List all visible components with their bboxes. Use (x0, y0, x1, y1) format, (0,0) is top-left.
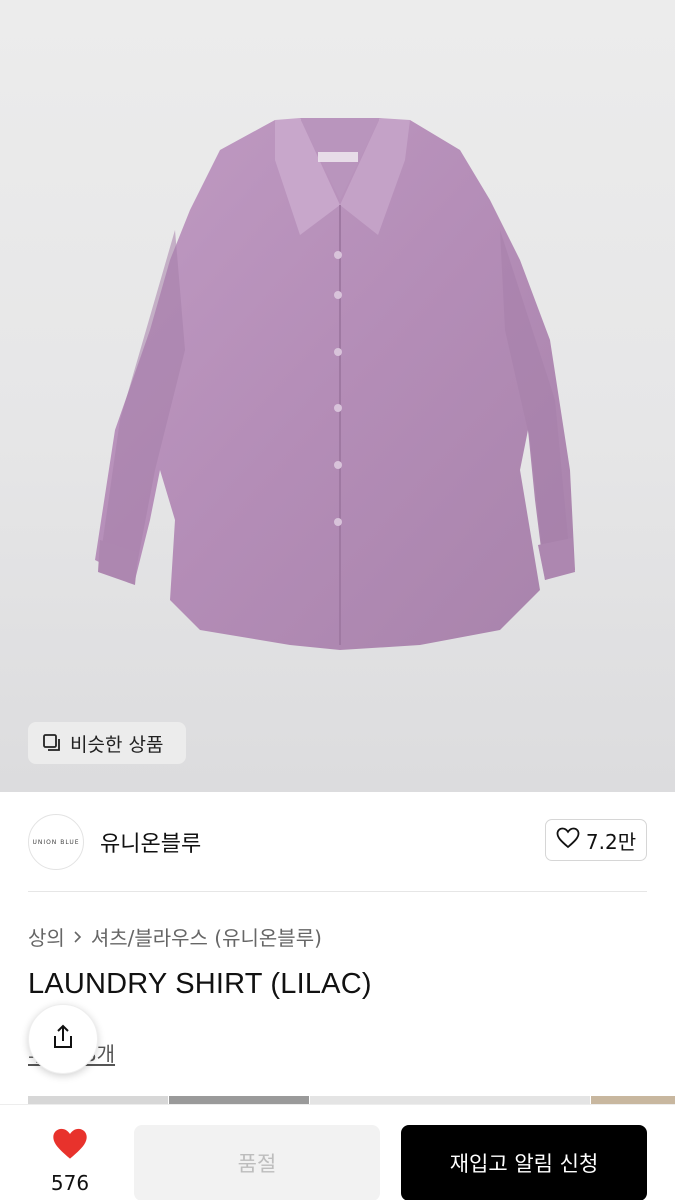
thumbnail-1[interactable] (28, 1096, 168, 1104)
similar-items-label: 비슷한 상품 (70, 733, 164, 756)
thumbnail-3[interactable] (310, 1096, 590, 1104)
brand-logo-text: UNION BLUE (32, 838, 80, 846)
breadcrumb-category[interactable]: 상의 (28, 922, 65, 951)
brand-logo[interactable]: UNION BLUE (28, 814, 84, 870)
similar-items-icon (42, 733, 62, 753)
thumbnail-4[interactable] (591, 1096, 675, 1104)
wishlist-count: 576 (50, 1171, 90, 1195)
chevron-right-icon (73, 925, 83, 949)
breadcrumb: 상의 셔츠/블라우스 (유니온블루) (28, 922, 322, 951)
soldout-button: 품절 (134, 1125, 380, 1200)
thumbnail-2[interactable] (169, 1096, 309, 1104)
brand-name[interactable]: 유니온블루 (100, 826, 201, 858)
product-image[interactable]: 비슷한 상품 (0, 0, 675, 792)
brand-row: UNION BLUE 유니온블루 7.2만 (28, 812, 647, 892)
restock-alert-button[interactable]: 재입고 알림 신청 (401, 1125, 647, 1200)
brand-like-count: 7.2만 (585, 829, 637, 854)
bottom-action-bar: 576 품절 재입고 알림 신청 (0, 1104, 675, 1200)
product-title: LAUNDRY SHIRT (LILAC) (28, 968, 372, 1000)
brand-like-button[interactable]: 7.2만 (545, 819, 647, 861)
share-icon (48, 1022, 78, 1056)
wishlist-button[interactable]: 576 (30, 1127, 110, 1195)
breadcrumb-subcategory[interactable]: 셔츠/블라우스 (유니온블루) (91, 922, 322, 951)
share-button[interactable] (28, 1004, 98, 1074)
similar-items-button[interactable]: 비슷한 상품 (28, 722, 186, 764)
heart-outline-icon (556, 827, 580, 854)
thumbnail-strip (28, 1096, 675, 1104)
heart-filled-icon (51, 1128, 89, 1165)
lilac-shirt-image (95, 118, 575, 650)
